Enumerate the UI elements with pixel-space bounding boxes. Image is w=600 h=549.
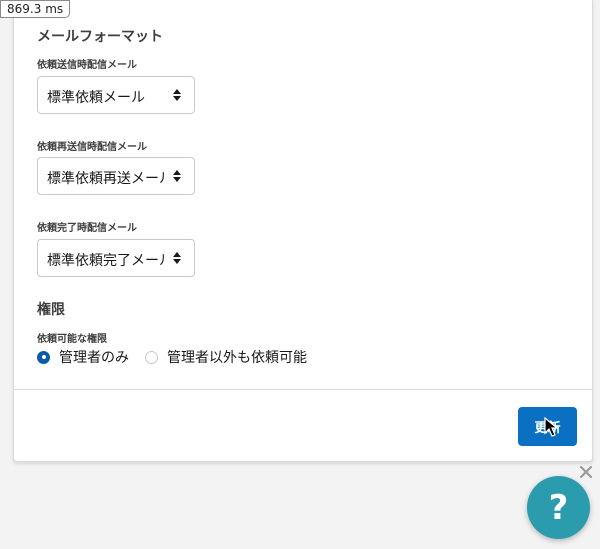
mouse-pointer-icon [544,417,558,437]
timer-badge: 869.3 ms [0,0,71,18]
mail-format-title: メールフォーマット [37,29,163,45]
radio-checked-icon [37,350,50,364]
radio-admin-only[interactable]: 管理者のみ [37,347,129,367]
complete-mail-label: 依頼完了時配信メール [37,223,137,234]
resend-mail-label: 依頼再送信時配信メール [37,142,147,153]
radio-non-admin-allowed-label: 管理者以外も依頼可能 [167,350,307,366]
footer-divider [14,389,592,390]
select-arrows-icon [173,170,181,182]
select-arrows-icon [173,89,181,101]
loading-spinner-icon [229,200,377,346]
send-mail-label: 依頼送信時配信メール [37,60,137,71]
close-icon[interactable] [578,464,594,480]
send-mail-value: 標準依頼メール [47,90,145,106]
permission-radio-group: 管理者のみ 管理者以外も依頼可能 [37,346,323,368]
radio-non-admin-allowed[interactable]: 管理者以外も依頼可能 [145,347,307,367]
send-mail-select[interactable]: 標準依頼メール [37,76,195,114]
resend-mail-value: 標準依頼再送メール [47,171,165,187]
permission-title: 権限 [37,302,65,318]
complete-mail-select[interactable]: 標準依頼完了メール [37,239,195,277]
permission-label: 依頼可能な権限 [37,334,107,345]
radio-admin-only-label: 管理者のみ [59,350,129,366]
timer-unit: ms [45,2,64,16]
timer-value: 869.3 [7,2,42,16]
help-button[interactable]: ? [527,476,590,539]
radio-unchecked-icon [145,350,158,364]
complete-mail-value: 標準依頼完了メール [47,253,165,269]
resend-mail-select[interactable]: 標準依頼再送メール [37,157,195,195]
question-mark-icon: ? [548,487,569,528]
select-arrows-icon [173,252,181,264]
